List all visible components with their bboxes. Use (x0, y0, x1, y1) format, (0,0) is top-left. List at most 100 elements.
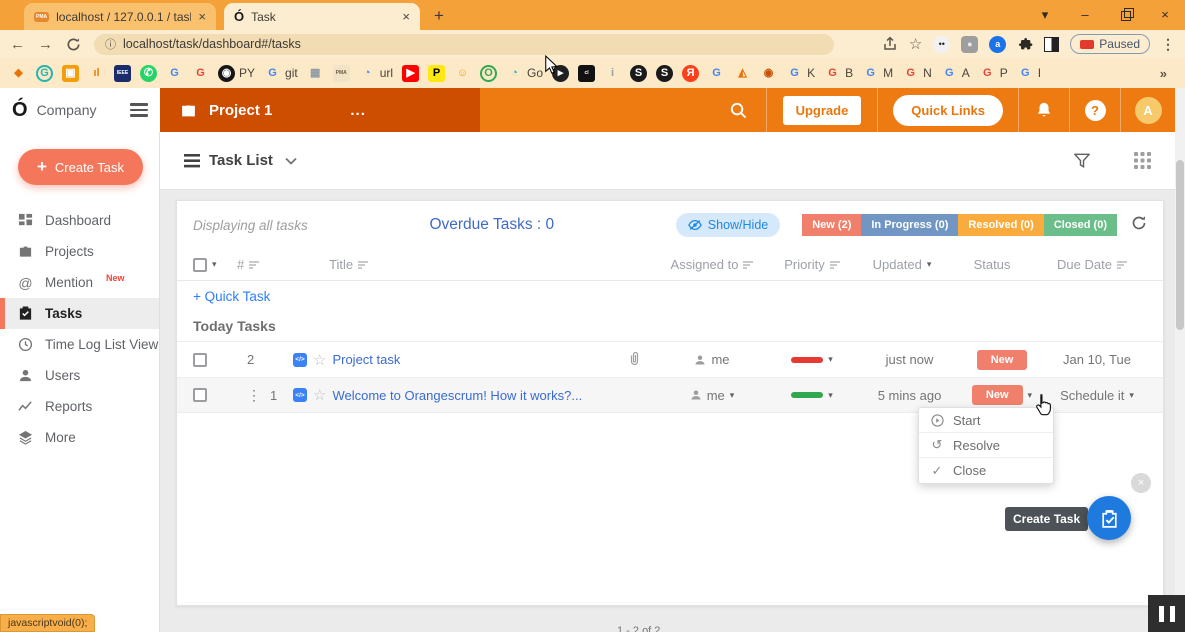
bookmark-item[interactable]: PMA (333, 65, 350, 82)
search-button[interactable] (712, 101, 766, 120)
browser-menu-kebab-icon[interactable]: ⋮ (1161, 36, 1175, 53)
bookmark-item[interactable]: ◔url (359, 65, 393, 82)
bookmark-item[interactable]: ◉PY (218, 65, 255, 82)
sidebar-item-projects[interactable]: Projects (0, 236, 159, 267)
hamburger-menu-icon[interactable] (130, 100, 148, 120)
browser-tab-phpmyadmin[interactable]: PMA localhost / 127.0.0.1 / task | php × (24, 3, 216, 30)
project-more-icon[interactable]: ... (350, 102, 366, 119)
star-icon[interactable]: ☆ (313, 351, 326, 369)
column-priority[interactable]: Priority (767, 257, 857, 272)
column-due-date[interactable]: Due Date (1037, 257, 1147, 272)
share-icon[interactable] (882, 36, 898, 52)
bookmarks-overflow-icon[interactable]: » (1160, 66, 1167, 81)
select-menu-caret-icon[interactable]: ▾ (212, 259, 217, 270)
reload-icon[interactable] (66, 37, 81, 52)
status-badge[interactable]: New (972, 385, 1023, 405)
browser-tab-task[interactable]: Ó Task × (224, 3, 420, 30)
apps-grid-icon[interactable] (1134, 152, 1151, 169)
chevron-down-icon[interactable] (285, 157, 297, 165)
help-button[interactable]: ? (1070, 100, 1120, 121)
bookmark-item[interactable]: GB (824, 65, 853, 82)
sidebar-item-tasks[interactable]: Tasks (0, 298, 159, 329)
priority-caret-icon[interactable]: ▾ (828, 354, 833, 365)
bookmark-item[interactable]: GI (1017, 65, 1041, 82)
due-date-caret-icon[interactable]: ▾ (1129, 390, 1134, 401)
quick-links-button[interactable]: Quick Links (893, 95, 1003, 126)
badge-in-progress[interactable]: In Progress (0) (861, 214, 958, 236)
pause-overlay-button[interactable] (1148, 595, 1185, 632)
back-icon[interactable]: ← (10, 36, 25, 53)
address-bar[interactable]: ⓘ localhost/task/dashboard#/tasks (94, 34, 834, 55)
priority-caret-icon[interactable]: ▾ (828, 390, 833, 401)
status-caret-icon[interactable]: ▾ (1028, 390, 1033, 401)
bookmark-item[interactable]: ◔Go (506, 65, 543, 82)
refresh-button[interactable] (1131, 215, 1147, 236)
window-minimize-icon[interactable]: – (1065, 0, 1105, 30)
bookmark-item[interactable]: GN (902, 65, 932, 82)
bookmark-item[interactable]: S (656, 65, 673, 82)
due-date-text[interactable]: Jan 10, Tue (1063, 352, 1131, 367)
bookmark-item[interactable]: ▦ (307, 65, 324, 82)
task-title-link[interactable]: Welcome to Orangescrum! How it works?... (332, 388, 582, 403)
schedule-it-link[interactable]: Schedule it (1060, 388, 1124, 403)
sidebar-item-reports[interactable]: Reports (0, 391, 159, 422)
filter-icon[interactable] (1074, 153, 1090, 168)
bookmark-star-icon[interactable]: ☆ (909, 35, 922, 53)
row-checkbox[interactable] (193, 388, 207, 402)
bookmark-item[interactable]: Я (682, 65, 699, 82)
bookmark-item[interactable]: GM (862, 65, 893, 82)
sidebar-item-users[interactable]: Users (0, 360, 159, 391)
project-selector[interactable]: Project 1 ... (160, 88, 480, 132)
bookmark-item[interactable]: IEEE (114, 65, 131, 82)
bookmark-item[interactable]: Ggit (264, 65, 298, 82)
upgrade-button[interactable]: Upgrade (783, 96, 862, 125)
darkreader-icon[interactable] (1044, 37, 1059, 52)
bookmark-item[interactable]: ◉ (760, 65, 777, 82)
column-assigned[interactable]: Assigned to (657, 257, 767, 272)
create-task-fab[interactable] (1087, 496, 1131, 540)
sidebar-item-mention[interactable]: @ Mention New (0, 267, 159, 298)
assignee-caret-icon[interactable]: ▾ (730, 390, 735, 401)
new-tab-button[interactable]: + (434, 6, 444, 26)
window-close-icon[interactable]: × (1145, 0, 1185, 30)
bookmark-item[interactable]: P (428, 65, 445, 82)
scrollbar-thumb[interactable] (1176, 160, 1184, 330)
status-badge[interactable]: New (977, 350, 1028, 370)
bookmark-item[interactable]: ☺ (454, 65, 471, 82)
badge-closed[interactable]: Closed (0) (1044, 214, 1117, 236)
assignee-cell[interactable]: me ▾ (657, 388, 767, 403)
bookmark-item[interactable]: cl (578, 65, 595, 82)
profile-button[interactable]: A (1121, 97, 1175, 124)
notifications-button[interactable] (1019, 101, 1069, 119)
bookmark-item[interactable]: S (630, 65, 647, 82)
priority-cell[interactable]: ▾ (767, 354, 857, 365)
bookmark-item[interactable]: GP (979, 65, 1008, 82)
tab-close-icon[interactable]: × (402, 9, 410, 24)
extension-person-icon[interactable]: ● (961, 36, 978, 53)
task-title-link[interactable]: Project task (332, 352, 400, 367)
sidebar-item-more[interactable]: More (0, 422, 159, 453)
bookmark-item[interactable]: ◆ (10, 65, 27, 82)
row-checkbox[interactable] (193, 353, 207, 367)
bookmark-item[interactable]: G (36, 65, 53, 82)
star-icon[interactable]: ☆ (313, 386, 326, 404)
extensions-puzzle-icon[interactable] (1017, 36, 1033, 52)
bookmark-item[interactable]: G (708, 65, 725, 82)
sidebar-item-time-log[interactable]: Time Log List View (0, 329, 159, 360)
bookmark-item[interactable]: O (480, 65, 497, 82)
tab-close-icon[interactable]: × (198, 9, 206, 24)
column-title[interactable]: Title (293, 257, 657, 272)
bookmark-item[interactable]: ✆ (140, 65, 157, 82)
forward-icon[interactable]: → (38, 36, 53, 53)
show-hide-button[interactable]: Show/Hide (676, 213, 780, 237)
priority-cell[interactable]: ▾ (767, 390, 857, 401)
column-status[interactable]: Status (947, 257, 1037, 272)
bookmark-item[interactable]: i (604, 65, 621, 82)
menu-item-resolve[interactable]: ↺ Resolve (919, 433, 1053, 458)
table-row[interactable]: 2 </> ☆ Project task me ▾ just now New J… (177, 341, 1163, 377)
extension-a-icon[interactable]: a (989, 36, 1006, 53)
dismiss-button[interactable]: × (1131, 473, 1151, 493)
row-kebab-icon[interactable]: ⋮ (247, 387, 261, 404)
select-all-checkbox[interactable] (193, 258, 207, 272)
page-scrollbar[interactable] (1175, 88, 1185, 632)
